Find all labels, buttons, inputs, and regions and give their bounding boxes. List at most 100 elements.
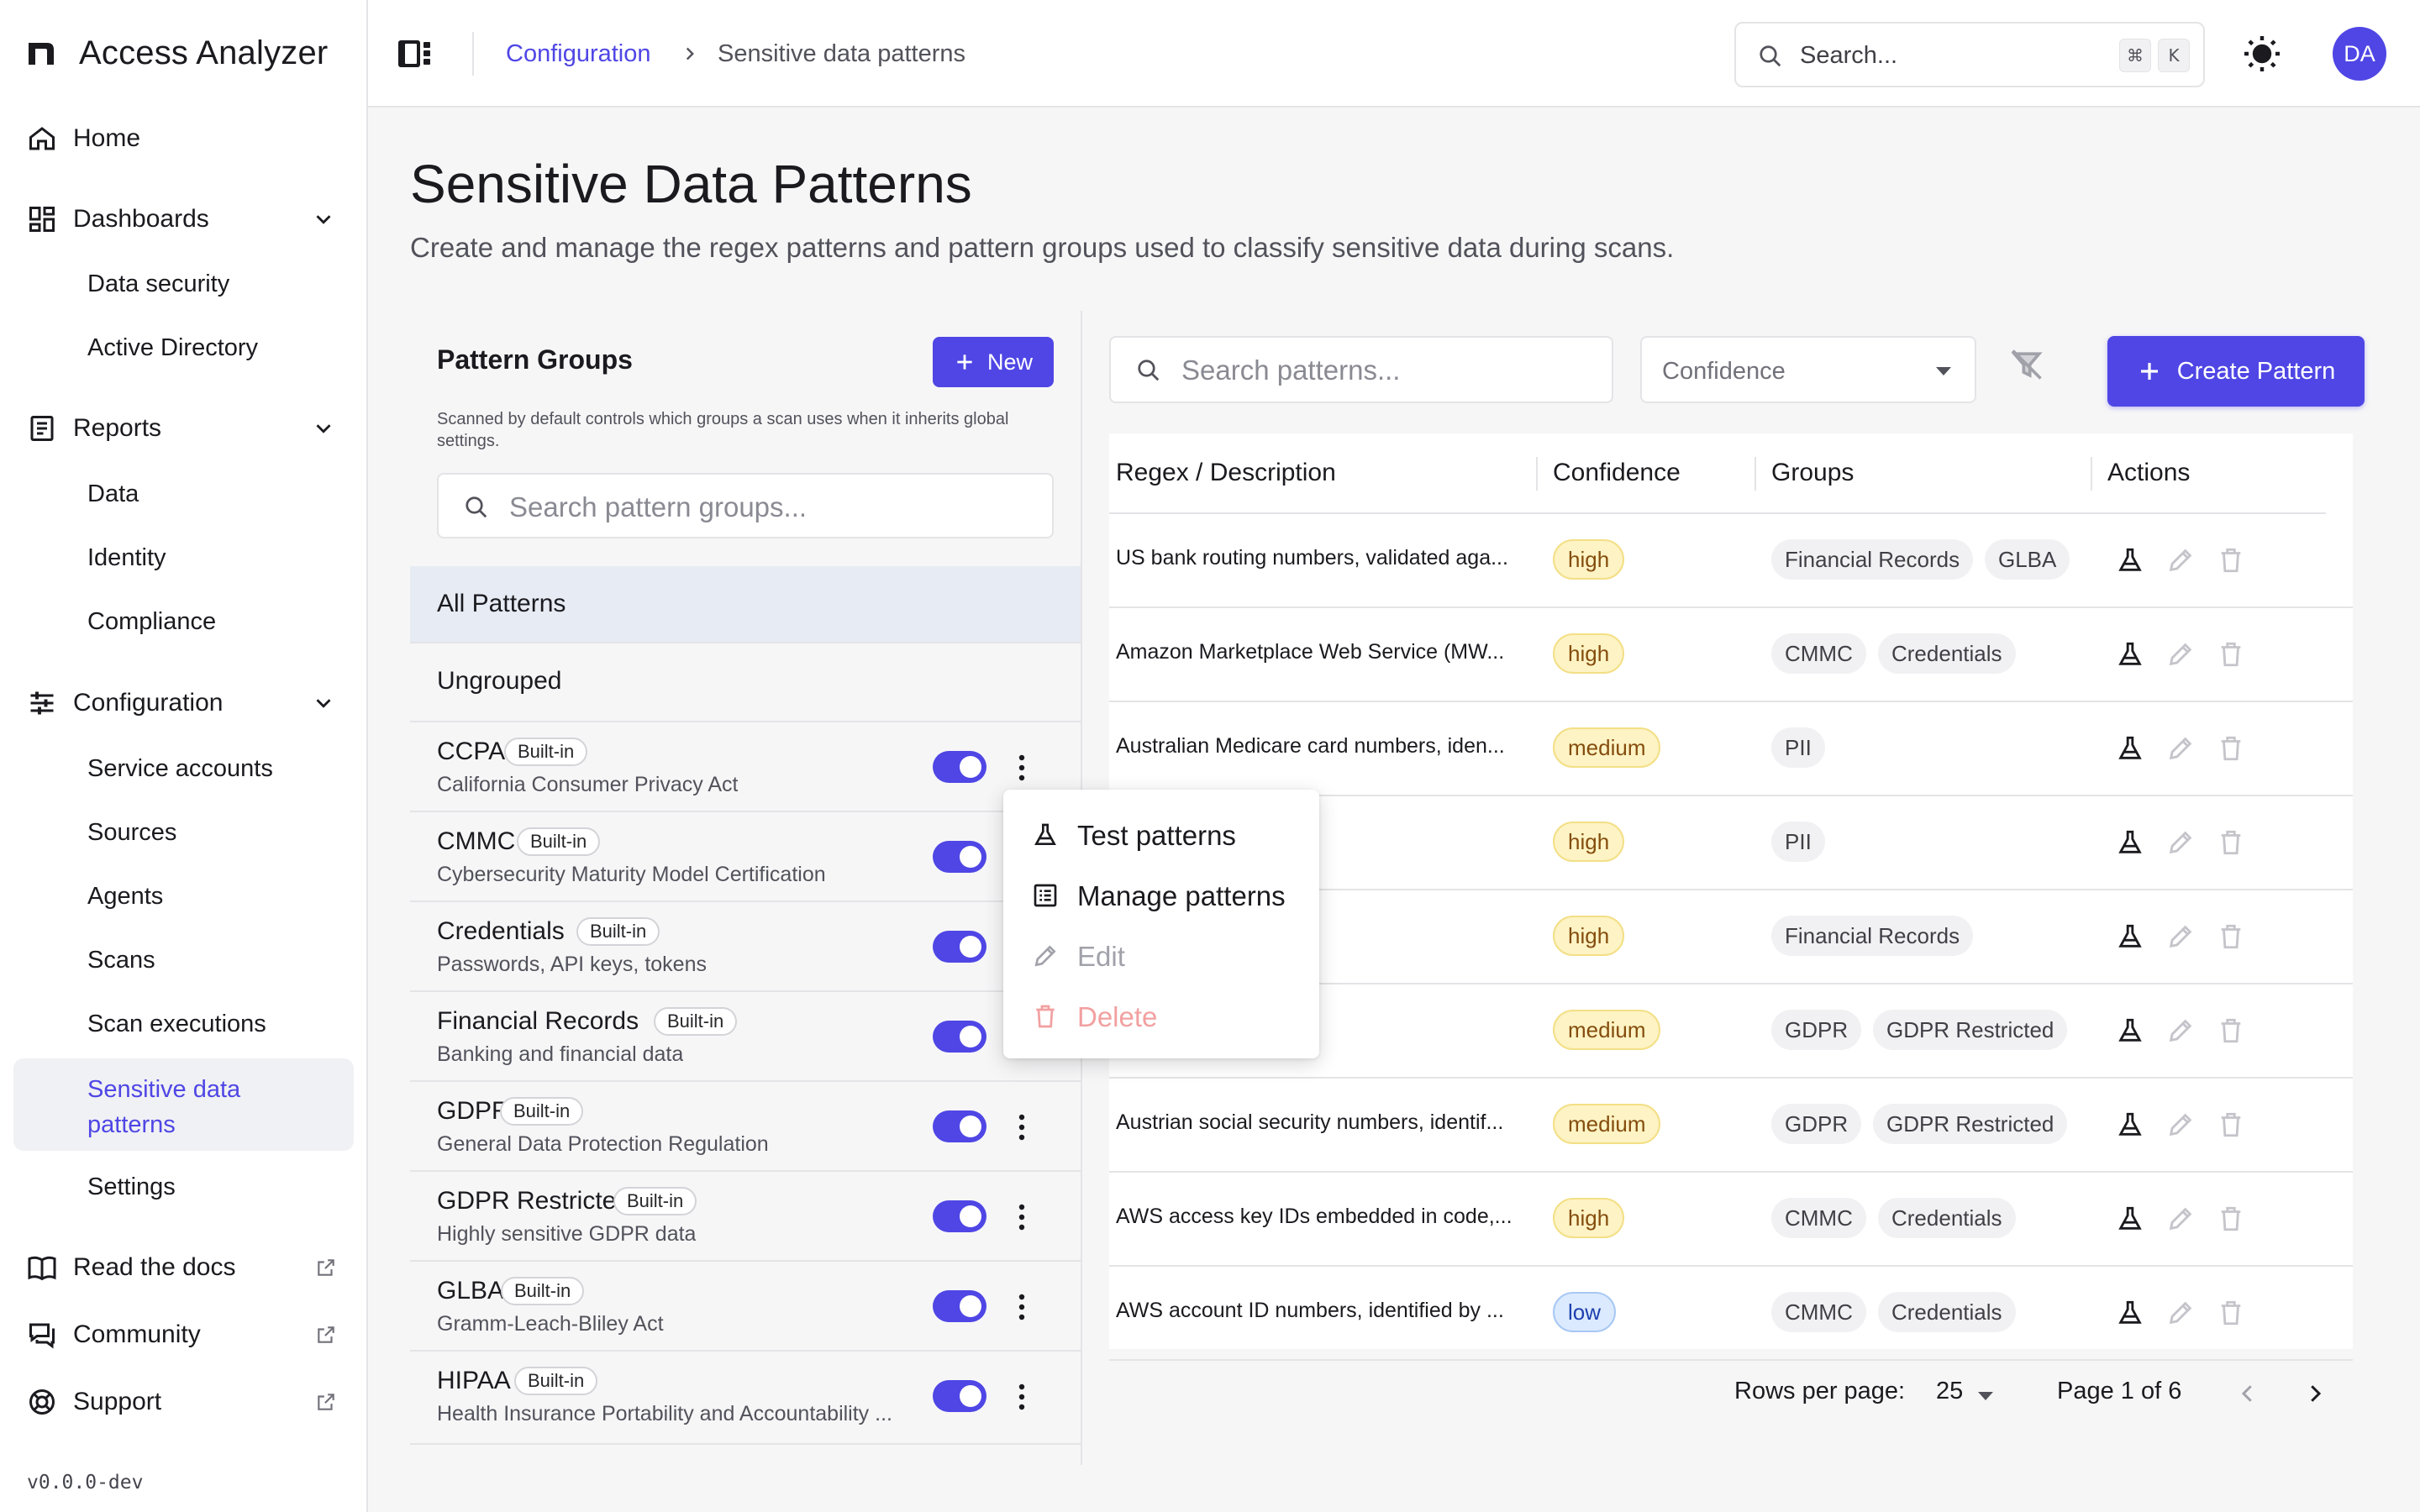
- trash-icon[interactable]: [2217, 734, 2245, 763]
- builtin-badge: Built-in: [613, 1187, 697, 1215]
- nav-read-the-docs[interactable]: Read the docs: [0, 1241, 368, 1294]
- more-vertical-icon[interactable]: [1013, 1112, 1030, 1142]
- sun-icon[interactable]: [2242, 34, 2282, 74]
- pencil-icon[interactable]: [2166, 546, 2195, 575]
- pencil-icon[interactable]: [2166, 922, 2195, 951]
- column-header-confidence[interactable]: Confidence: [1553, 459, 1681, 487]
- nav-home[interactable]: Home: [0, 112, 368, 165]
- more-vertical-icon[interactable]: [1013, 1202, 1030, 1232]
- sidebar-item-identity[interactable]: Identity: [87, 544, 166, 572]
- breadcrumb-configuration[interactable]: Configuration: [506, 40, 651, 68]
- group-enabled-toggle[interactable]: [933, 1380, 986, 1412]
- pencil-icon[interactable]: [2166, 1205, 2195, 1233]
- flask-icon[interactable]: [2116, 1299, 2144, 1327]
- table-row[interactable]: Australian Medicare card numbers, iden..…: [1109, 702, 2353, 796]
- group-row[interactable]: GDPR Built-in General Data Protection Regu…: [410, 1080, 1081, 1169]
- sidebar-item-scans[interactable]: Scans: [87, 947, 155, 974]
- group-row-ungrouped[interactable]: Ungrouped: [410, 642, 1081, 719]
- pencil-icon[interactable]: [2166, 1016, 2195, 1045]
- group-row[interactable]: GDPR Restricted Built-in Highly sensitive …: [410, 1170, 1081, 1259]
- global-search[interactable]: Search... ⌘ K: [1734, 22, 2205, 87]
- nav-support[interactable]: Support: [0, 1375, 368, 1429]
- group-chip: Credentials: [1878, 633, 2016, 674]
- table-row[interactable]: Austrian social security numbers, identi…: [1109, 1079, 2353, 1173]
- flask-icon[interactable]: [2116, 922, 2144, 951]
- table-row[interactable]: Amazon Marketplace Web Service (MW... hig…: [1109, 608, 2353, 702]
- trash-icon[interactable]: [2217, 1016, 2245, 1045]
- table-row[interactable]: AWS access key IDs embedded in code,... h…: [1109, 1173, 2353, 1267]
- menu-item-test-patterns[interactable]: Test patterns: [1003, 805, 1319, 865]
- group-search-input[interactable]: Search pattern groups...: [437, 473, 1054, 538]
- flask-icon[interactable]: [2116, 640, 2144, 669]
- menu-item-manage-patterns[interactable]: Manage patterns: [1003, 865, 1319, 926]
- group-row[interactable]: GLBA Built-in Gramm-Leach-Bliley Act: [410, 1260, 1081, 1349]
- group-enabled-toggle[interactable]: [933, 1021, 986, 1053]
- create-pattern-button[interactable]: Create Pattern: [2107, 336, 2365, 407]
- brand[interactable]: Access Analyzer: [25, 32, 328, 74]
- more-vertical-icon[interactable]: [1013, 753, 1030, 783]
- group-row[interactable]: Financial Records Built-in Banking and fin…: [410, 990, 1081, 1079]
- flask-icon[interactable]: [2116, 828, 2144, 857]
- sidebar-item-scan-executions[interactable]: Scan executions: [87, 1011, 266, 1038]
- clear-filter-icon[interactable]: [2008, 346, 2045, 383]
- chevron-right-icon[interactable]: [2302, 1379, 2328, 1408]
- group-row[interactable]: CCPA Built-in California Consumer Privacy …: [410, 721, 1081, 810]
- nav-dashboards[interactable]: Dashboards: [0, 192, 368, 246]
- group-enabled-toggle[interactable]: [933, 1290, 986, 1322]
- pencil-icon[interactable]: [2166, 828, 2195, 857]
- group-enabled-toggle[interactable]: [933, 751, 986, 783]
- pattern-search-input[interactable]: Search patterns...: [1109, 336, 1613, 403]
- table-row[interactable]: US bank routing numbers, validated aga..…: [1109, 514, 2353, 608]
- sidebar-item-compliance[interactable]: Compliance: [87, 608, 216, 636]
- sidebar-item-settings[interactable]: Settings: [87, 1173, 176, 1201]
- trash-icon[interactable]: [2217, 1205, 2245, 1233]
- group-row[interactable]: CMMC Built-in Cybersecurity Maturity Model…: [410, 811, 1081, 900]
- column-header-regex[interactable]: Regex / Description: [1116, 459, 1336, 487]
- table-row[interactable]: AWS account ID numbers, identified by ..…: [1109, 1267, 2353, 1361]
- sidebar-toggle-icon[interactable]: [398, 39, 432, 69]
- app-logo-icon: [29, 43, 54, 65]
- flask-icon[interactable]: [2116, 546, 2144, 575]
- group-row[interactable]: HIPAA Built-in Health Insurance Portabilit…: [410, 1350, 1081, 1439]
- user-avatar[interactable]: DA: [2333, 27, 2386, 81]
- trash-icon[interactable]: [2217, 640, 2245, 669]
- group-row-all-patterns[interactable]: All Patterns: [410, 566, 1081, 643]
- sidebar-item-active-directory[interactable]: Active Directory: [87, 334, 258, 362]
- group-enabled-toggle[interactable]: [933, 1200, 986, 1232]
- group-enabled-toggle[interactable]: [933, 1110, 986, 1142]
- flask-icon[interactable]: [2116, 1016, 2144, 1045]
- flask-icon[interactable]: [2116, 1110, 2144, 1139]
- sidebar-item-service-accounts[interactable]: Service accounts: [87, 755, 273, 783]
- trash-icon[interactable]: [2217, 1110, 2245, 1139]
- pencil-icon[interactable]: [2166, 1299, 2195, 1327]
- flask-icon[interactable]: [2116, 1205, 2144, 1233]
- sidebar-item-data[interactable]: Data: [87, 480, 139, 508]
- rows-per-page-select[interactable]: 25: [1936, 1378, 1963, 1405]
- nav-configuration[interactable]: Configuration: [0, 676, 368, 730]
- more-vertical-icon[interactable]: [1013, 1382, 1030, 1412]
- pencil-icon[interactable]: [2166, 734, 2195, 763]
- flask-icon[interactable]: [2116, 734, 2144, 763]
- pencil-icon[interactable]: [2166, 640, 2195, 669]
- trash-icon[interactable]: [2217, 546, 2245, 575]
- trash-icon[interactable]: [2217, 922, 2245, 951]
- nav-reports[interactable]: Reports: [0, 402, 368, 455]
- group-row[interactable]: Credentials Built-in Passwords, API keys, …: [410, 900, 1081, 990]
- sidebar-item-agents[interactable]: Agents: [87, 883, 163, 911]
- confidence-select[interactable]: Confidence: [1640, 336, 1976, 403]
- trash-icon[interactable]: [2217, 1299, 2245, 1327]
- group-enabled-toggle[interactable]: [933, 841, 986, 873]
- column-header-groups[interactable]: Groups: [1771, 459, 1854, 487]
- group-chip: GDPR: [1771, 1104, 1862, 1144]
- sidebar-item-data-security[interactable]: Data security: [87, 270, 229, 298]
- group-enabled-toggle[interactable]: [933, 931, 986, 963]
- nav-community[interactable]: Community: [0, 1308, 368, 1362]
- pencil-icon[interactable]: [2166, 1110, 2195, 1139]
- new-group-button[interactable]: New: [933, 337, 1054, 387]
- sidebar-item-sources[interactable]: Sources: [87, 819, 176, 847]
- more-vertical-icon[interactable]: [1013, 1292, 1030, 1322]
- chevron-left-icon[interactable]: [2235, 1379, 2260, 1408]
- page-subtitle: Create and manage the regex patterns and…: [410, 232, 1675, 263]
- trash-icon[interactable]: [2217, 828, 2245, 857]
- trash-icon: [1036, 1005, 1055, 1028]
